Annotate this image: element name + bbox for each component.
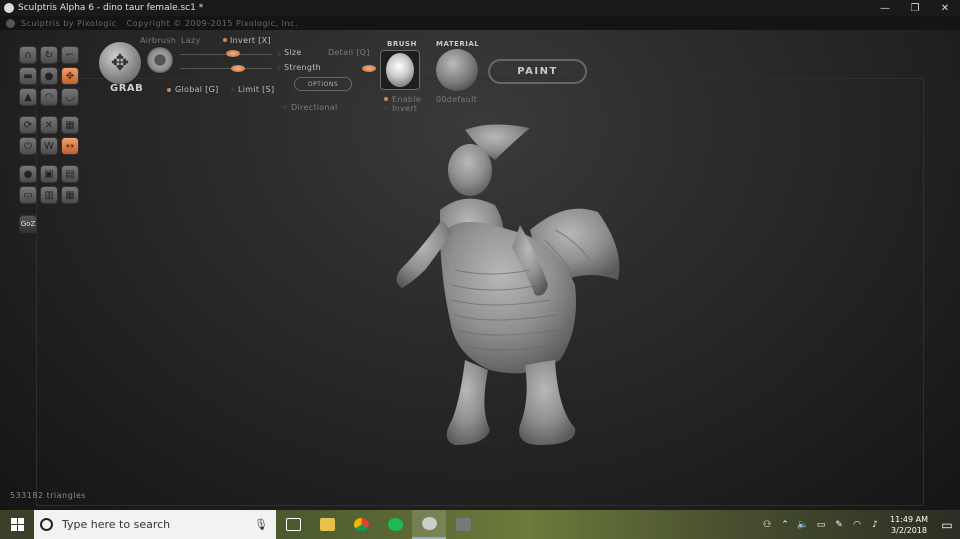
strength-indicator <box>277 66 281 70</box>
draw-tool-icon[interactable]: ∩ <box>19 46 37 64</box>
grid-icon[interactable]: ▦ <box>61 116 79 134</box>
strength-label: Strength <box>284 63 322 72</box>
scale-icon[interactable]: ✕ <box>40 116 58 134</box>
clock-time: 11:49 AM <box>890 514 928 524</box>
inflate-tool-icon[interactable]: ● <box>40 67 58 85</box>
smooth-tool-icon[interactable]: ◠ <box>40 88 58 106</box>
battery-icon[interactable]: ▭ <box>813 520 829 530</box>
size-label: Size <box>284 48 302 57</box>
sculptris-taskbar-icon[interactable] <box>412 510 446 539</box>
maximize-button[interactable]: ❐ <box>900 3 930 14</box>
triangle-count: 533182 triangles <box>10 491 87 500</box>
brush-invert-toggle[interactable]: Invert <box>392 104 417 113</box>
invert-toggle[interactable]: Invert [X] <box>230 36 271 45</box>
window-title: Sculptris Alpha 6 - dino taur female.sc1… <box>18 3 204 13</box>
brush-alpha-icon <box>386 53 414 87</box>
grab-tool-icon[interactable]: ✥ <box>61 67 79 85</box>
taskbar-search-box[interactable]: Type here to search 🎙 <box>34 510 276 539</box>
notifications-icon[interactable]: ▭ <box>934 518 960 532</box>
brush-enable-toggle[interactable]: Enable <box>392 95 421 104</box>
settings-icon[interactable]: ▦ <box>61 186 79 204</box>
chrome-icon[interactable] <box>344 510 378 539</box>
show-hidden-icons-icon[interactable]: ⌃ <box>777 520 793 530</box>
close-button[interactable]: ✕ <box>930 3 960 14</box>
app-header: Sculptris by Pixologic Copyright © 2009-… <box>0 16 960 30</box>
limit-indicator <box>231 88 235 92</box>
pen-icon[interactable]: ✎ <box>831 520 847 530</box>
cortana-icon <box>40 518 53 531</box>
spotify-icon[interactable] <box>378 510 412 539</box>
grab-tool-large-icon: ✥ <box>98 41 142 85</box>
system-tray: ⚇ ⌃ 🔈 ▭ ✎ ◠ ♪ 11:49 AM 3/2/2018 ▭ <box>758 510 960 539</box>
flatten-tool-icon[interactable]: ▬ <box>19 67 37 85</box>
sound-icon[interactable]: ♪ <box>867 520 883 530</box>
detail-label: Detail [Q] <box>328 48 370 57</box>
options-button[interactable]: OPTIONS <box>294 77 352 91</box>
clock-date: 3/2/2018 <box>891 525 927 535</box>
crease-tool-icon[interactable]: ⌐ <box>61 46 79 64</box>
people-icon[interactable]: ⚇ <box>759 520 775 530</box>
windows-taskbar: Type here to search 🎙 ⚇ ⌃ 🔈 ▭ ✎ ◠ ♪ 11:4… <box>0 510 960 539</box>
wireframe-icon[interactable]: W <box>40 137 58 155</box>
material-selector[interactable] <box>436 49 478 91</box>
title-bar: Sculptris Alpha 6 - dino taur female.sc1… <box>0 0 960 16</box>
paint-button[interactable]: PAINT <box>488 59 587 84</box>
material-title: MATERIAL <box>436 40 480 48</box>
symmetry-icon[interactable]: ↔ <box>61 137 79 155</box>
strength-slider-track[interactable] <box>180 68 272 69</box>
invert-indicator <box>223 38 227 42</box>
global-toggle[interactable]: Global [G] <box>175 85 219 94</box>
export-icon[interactable]: ▥ <box>40 186 58 204</box>
brush-enable-indicator <box>384 97 388 101</box>
brush-invert-indicator <box>384 106 388 110</box>
volume-icon[interactable]: 🔈 <box>795 520 811 530</box>
start-button[interactable] <box>0 510 34 539</box>
sphere-icon[interactable]: ● <box>19 165 37 183</box>
rotate-tool-icon[interactable]: ↻ <box>40 46 58 64</box>
minimize-button[interactable]: — <box>870 3 900 14</box>
sculpt-viewport[interactable]: 533182 triangles <box>0 30 960 510</box>
import-icon[interactable]: ▭ <box>19 186 37 204</box>
active-tool-label: GRAB <box>110 83 144 94</box>
goz-button[interactable]: GoZ <box>19 215 37 233</box>
reduce-tool-icon[interactable]: ◡ <box>61 88 79 106</box>
brush-falloff-icon[interactable] <box>146 46 174 74</box>
lazy-toggle[interactable]: Lazy <box>181 36 201 45</box>
rotate-view-icon[interactable]: ⟳ <box>19 116 37 134</box>
sculpt-model[interactable] <box>380 120 630 445</box>
pixologic-logo-icon <box>6 18 15 28</box>
wifi-icon[interactable]: ◠ <box>849 520 865 530</box>
windows-logo-icon <box>10 518 24 531</box>
file-explorer-icon[interactable] <box>310 510 344 539</box>
sculptris-app-icon <box>4 3 14 13</box>
material-name: 00default <box>436 95 478 104</box>
game-app-icon[interactable] <box>446 510 480 539</box>
directional-toggle[interactable]: Directional <box>291 103 338 112</box>
limit-toggle[interactable]: Limit [S] <box>238 85 274 94</box>
size-indicator <box>277 52 281 56</box>
size-slider-knob[interactable] <box>226 50 240 57</box>
power-icon[interactable]: ⏻ <box>19 137 37 155</box>
copyright-text: Copyright © 2009-2015 Pixologic, Inc. <box>126 18 298 28</box>
brush-selector[interactable] <box>380 50 420 90</box>
directional-indicator <box>283 105 287 109</box>
open-icon[interactable]: ▤ <box>61 165 79 183</box>
save-icon[interactable]: ▣ <box>40 165 58 183</box>
strength-slider-knob[interactable] <box>231 65 245 72</box>
airbrush-toggle[interactable]: Airbrush <box>140 36 176 45</box>
search-placeholder: Type here to search <box>62 518 171 531</box>
detail-slider-knob[interactable] <box>362 65 376 72</box>
task-view-icon[interactable] <box>276 510 310 539</box>
brand-text: Sculptris by Pixologic <box>21 18 117 28</box>
microphone-icon[interactable]: 🎙 <box>254 518 268 531</box>
brush-title: BRUSH <box>387 40 417 48</box>
pinch-tool-icon[interactable]: ▲ <box>19 88 37 106</box>
global-indicator <box>167 88 171 92</box>
clock[interactable]: 11:49 AM 3/2/2018 <box>888 514 930 536</box>
